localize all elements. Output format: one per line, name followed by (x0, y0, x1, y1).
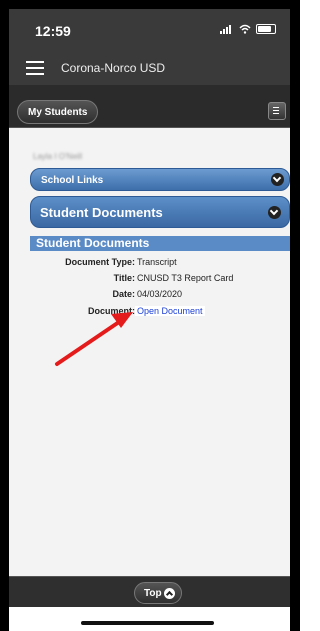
top-label: Top (144, 588, 162, 599)
app-header: Corona-Norco USD (9, 49, 290, 85)
screen: 12:59 Corona-Norco USD My Students Layla… (9, 9, 290, 631)
signal-icon (220, 24, 234, 34)
home-indicator[interactable] (81, 621, 214, 625)
app-title: Corona-Norco USD (61, 61, 166, 75)
wifi-icon (239, 24, 251, 34)
toolbar: My Students (9, 85, 290, 128)
phone-frame: 12:59 Corona-Norco USD My Students Layla… (0, 0, 300, 631)
footer-bar: Top (9, 576, 290, 608)
list-icon[interactable] (268, 102, 286, 120)
menu-icon[interactable] (26, 61, 44, 75)
top-button[interactable]: Top (134, 582, 182, 604)
chevron-up-icon (164, 588, 175, 599)
red-arrow-annotation (55, 312, 133, 366)
bottom-area (9, 607, 290, 631)
system-icons (220, 24, 276, 34)
main-content: Layla I O'Neill School Links Student Doc… (9, 128, 290, 576)
status-time: 12:59 (35, 23, 71, 39)
battery-icon (256, 24, 276, 34)
status-bar: 12:59 (9, 9, 290, 49)
my-students-button[interactable]: My Students (17, 100, 99, 124)
